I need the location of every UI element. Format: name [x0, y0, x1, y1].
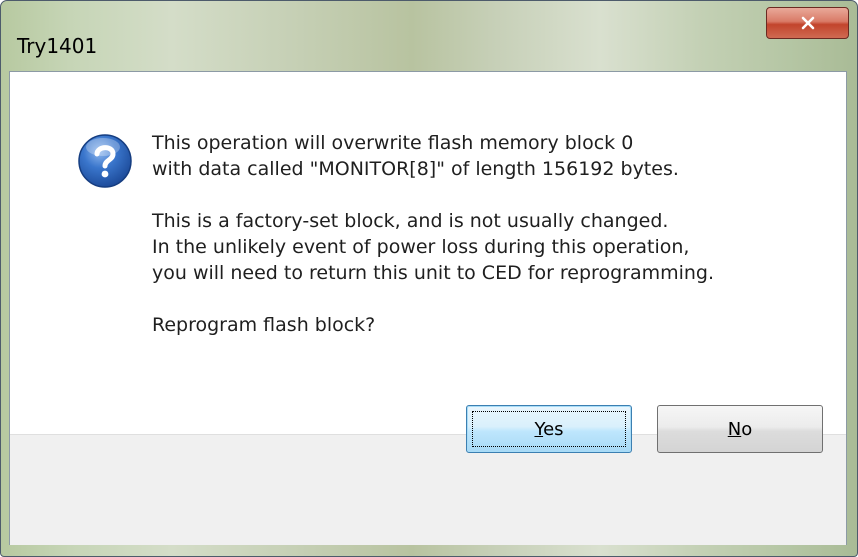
question-icon: [78, 134, 132, 188]
close-icon: [801, 16, 814, 30]
message-line: you will need to return this unit to CED…: [152, 262, 715, 284]
no-button[interactable]: No: [657, 405, 823, 453]
message-line: This is a factory-set block, and is not …: [152, 210, 669, 232]
message-line: This operation will overwrite flash memo…: [152, 132, 634, 154]
close-button[interactable]: [766, 7, 849, 39]
no-button-label: No: [727, 418, 753, 440]
prompt-question: Reprogram flash block?: [152, 314, 376, 336]
yes-button-label: Yes: [534, 418, 564, 440]
yes-button[interactable]: Yes: [466, 405, 632, 453]
message-line: In the unlikely event of power loss duri…: [152, 236, 690, 258]
dialog-body: This operation will overwrite flash memo…: [9, 71, 847, 545]
dialog-window: Try1401 This operation will overwrite fl…: [0, 0, 858, 557]
message-text: This operation will overwrite flash memo…: [152, 130, 832, 338]
window-title: Try1401: [17, 34, 98, 58]
title-bar[interactable]: Try1401: [1, 1, 857, 71]
message-area: This operation will overwrite flash memo…: [10, 72, 846, 434]
message-line: with data called "MONITOR[8]" of length …: [152, 158, 679, 180]
